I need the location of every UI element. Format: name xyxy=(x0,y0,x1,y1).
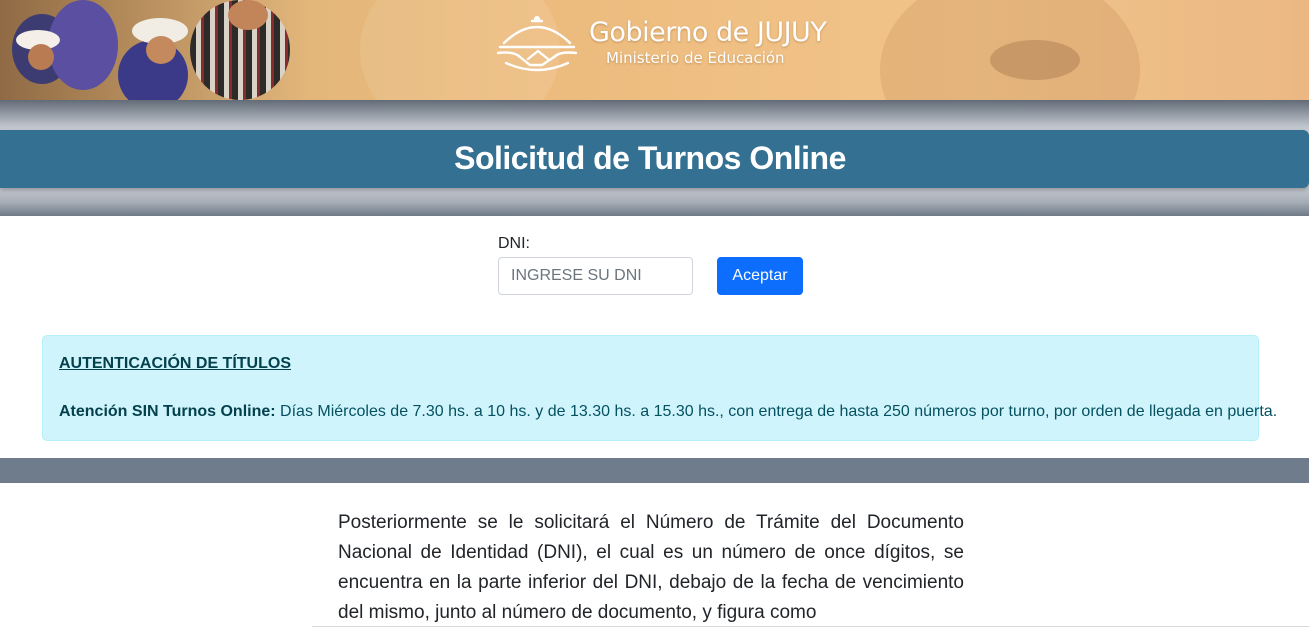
page-title: Solicitud de Turnos Online xyxy=(454,140,846,176)
header-banner: Gobierno de JUJUY Ministerio de Educació… xyxy=(0,0,1309,100)
instructions-paragraph: Posteriormente se le solicitará el Númer… xyxy=(338,512,964,623)
notice-text: Días Miércoles de 7.30 hs. a 10 hs. y de… xyxy=(275,403,1278,420)
handshake-dome-logo-icon xyxy=(496,16,578,72)
header-photo xyxy=(0,0,310,100)
brand-subtitle: Ministerio de Educación xyxy=(606,49,785,67)
notice-heading: AUTENTICACIÓN DE TÍTULOS xyxy=(59,355,291,372)
section-divider xyxy=(0,458,1309,483)
accept-button[interactable]: Aceptar xyxy=(717,257,803,295)
dni-label: DNI: xyxy=(498,235,530,252)
brand-title: Gobierno de JUJUY xyxy=(589,17,827,48)
notice-body: Atención SIN Turnos Online: Días Miércol… xyxy=(59,403,1277,421)
notice-alert: AUTENTICACIÓN DE TÍTULOS Atención SIN Tu… xyxy=(42,335,1277,441)
notice-lead: Atención SIN Turnos Online: xyxy=(59,403,276,420)
dni-input[interactable] xyxy=(498,257,693,295)
